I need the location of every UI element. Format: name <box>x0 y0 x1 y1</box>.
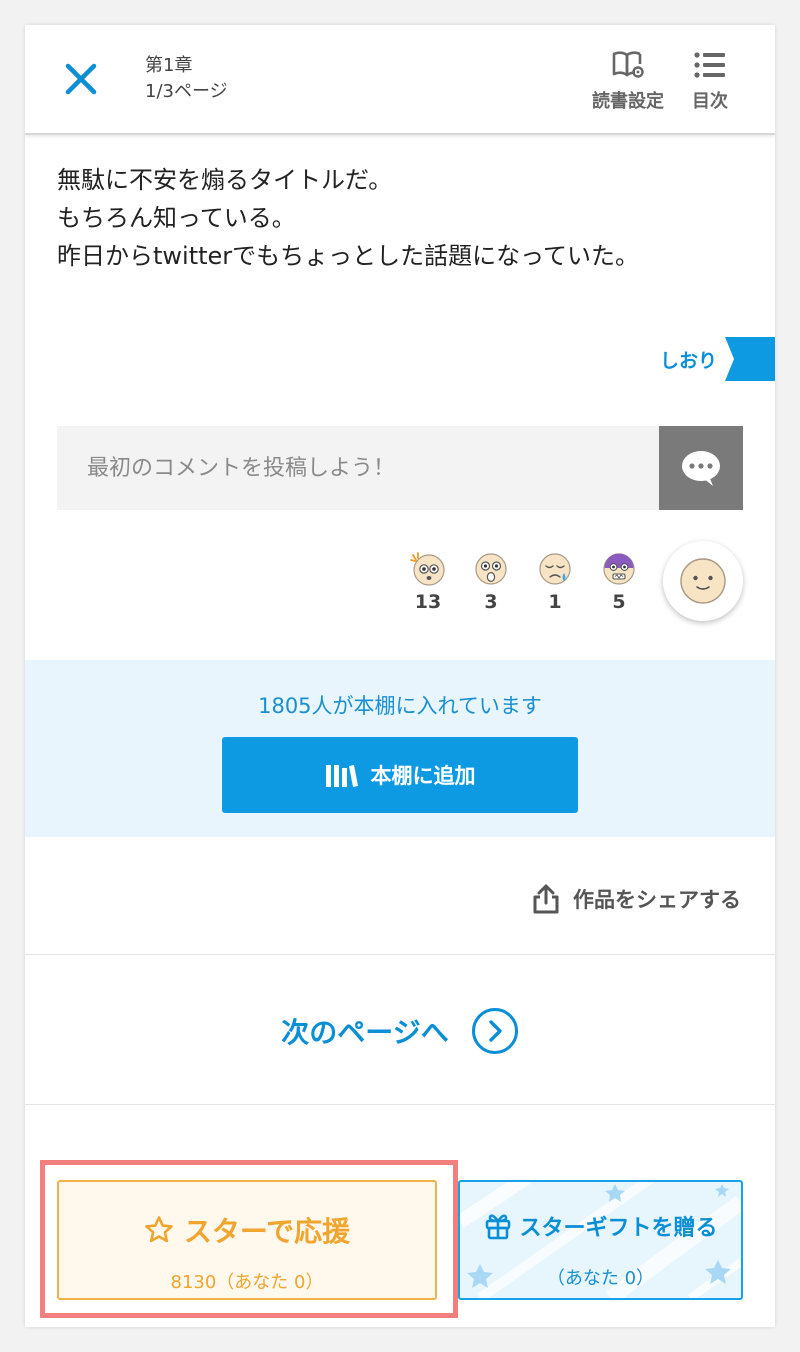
comment-submit-button[interactable] <box>659 426 743 510</box>
reaction-count: 1 <box>548 591 562 613</box>
bookmark-ribbon-icon <box>725 337 775 381</box>
next-page-label: 次のページへ <box>281 1016 449 1049</box>
share-icon <box>533 884 559 914</box>
add-reaction-button[interactable] <box>663 541 743 621</box>
page-indicator: 1/3ページ <box>145 81 228 102</box>
bookmark-button[interactable]: しおり <box>660 337 775 381</box>
share-label: 作品をシェアする <box>573 888 741 912</box>
toc-button[interactable]: 目次 <box>667 49 753 113</box>
speech-bubble-icon <box>682 451 720 486</box>
divider <box>25 954 775 955</box>
share-button[interactable]: 作品をシェアする <box>531 883 741 915</box>
reaction-count: 5 <box>612 591 626 613</box>
divider <box>25 1104 775 1105</box>
reading-settings-button[interactable]: 読書設定 <box>585 49 671 113</box>
star-support-label: スターで応援 <box>183 1215 351 1248</box>
star-support-title: スターで応援 <box>59 1210 435 1250</box>
list-icon <box>694 52 725 78</box>
story-text: 無駄に不安を煽るタイトルだ。 もちろん知っている。 昨日からtwitterでもち… <box>57 161 639 275</box>
book-settings-icon <box>612 51 644 78</box>
story-line: 昨日からtwitterでもちょっとした話題になっていた。 <box>57 242 639 270</box>
reaction-shocked[interactable]: 3 <box>468 551 514 613</box>
reaction-scared[interactable]: 5 <box>596 551 642 613</box>
add-to-bookshelf-label: 本棚に追加 <box>370 765 476 788</box>
bookshelf-icon <box>325 765 358 787</box>
reader-page: 第1章 1/3ページ 読書設定 目次 無駄に不安を煽るタイトルだ。 もちろん知っ… <box>25 25 775 1327</box>
star-gift-title: スターギフトを贈る <box>460 1210 741 1242</box>
crying-face-icon <box>539 553 571 585</box>
close-icon <box>65 63 97 95</box>
star-count: 8130（あなた 0） <box>170 1272 324 1293</box>
reader-header: 第1章 1/3ページ 読書設定 目次 <box>25 25 775 135</box>
comment-input[interactable] <box>57 426 659 510</box>
surprised-sweat-icon <box>410 552 445 586</box>
bookshelf-count: 1805人が本棚に入れています <box>258 694 542 718</box>
story-line: もちろん知っている。 <box>57 204 296 232</box>
bookmark-label: しおり <box>659 349 717 372</box>
gift-box-icon <box>486 1214 511 1240</box>
reaction-surprised[interactable]: 13 <box>405 551 451 613</box>
reaction-count: 3 <box>484 591 498 613</box>
close-button[interactable] <box>63 61 99 97</box>
scared-face-icon <box>603 553 635 585</box>
reading-settings-label: 読書設定 <box>592 91 664 112</box>
add-to-bookshelf-button[interactable]: 本棚に追加 <box>222 737 578 813</box>
smile-face-icon <box>680 558 726 604</box>
story-line: 無駄に不安を煽るタイトルだ。 <box>57 166 393 194</box>
star-support-button[interactable]: スターで応援 8130（あなた 0） <box>57 1180 437 1300</box>
chapter-title: 第1章 <box>145 55 193 76</box>
toc-label: 目次 <box>692 91 728 112</box>
bookshelf-section: 1805人が本棚に入れています 本棚に追加 <box>25 660 775 837</box>
reaction-count: 13 <box>414 591 442 613</box>
chapter-info: 第1章 1/3ページ <box>145 53 228 105</box>
star-gift-count: （あなた 0） <box>546 1268 655 1289</box>
comment-box <box>57 426 743 510</box>
shocked-face-icon <box>475 553 507 585</box>
star-gift-button[interactable]: スターギフトを贈る （あなた 0） <box>458 1180 743 1300</box>
next-page-button[interactable]: 次のページへ <box>25 1005 775 1057</box>
star-gift-label: スターギフトを贈る <box>519 1216 718 1241</box>
chevron-right-circle-icon <box>471 1008 518 1054</box>
reaction-crying[interactable]: 1 <box>532 551 578 613</box>
star-outline-icon <box>145 1216 173 1243</box>
